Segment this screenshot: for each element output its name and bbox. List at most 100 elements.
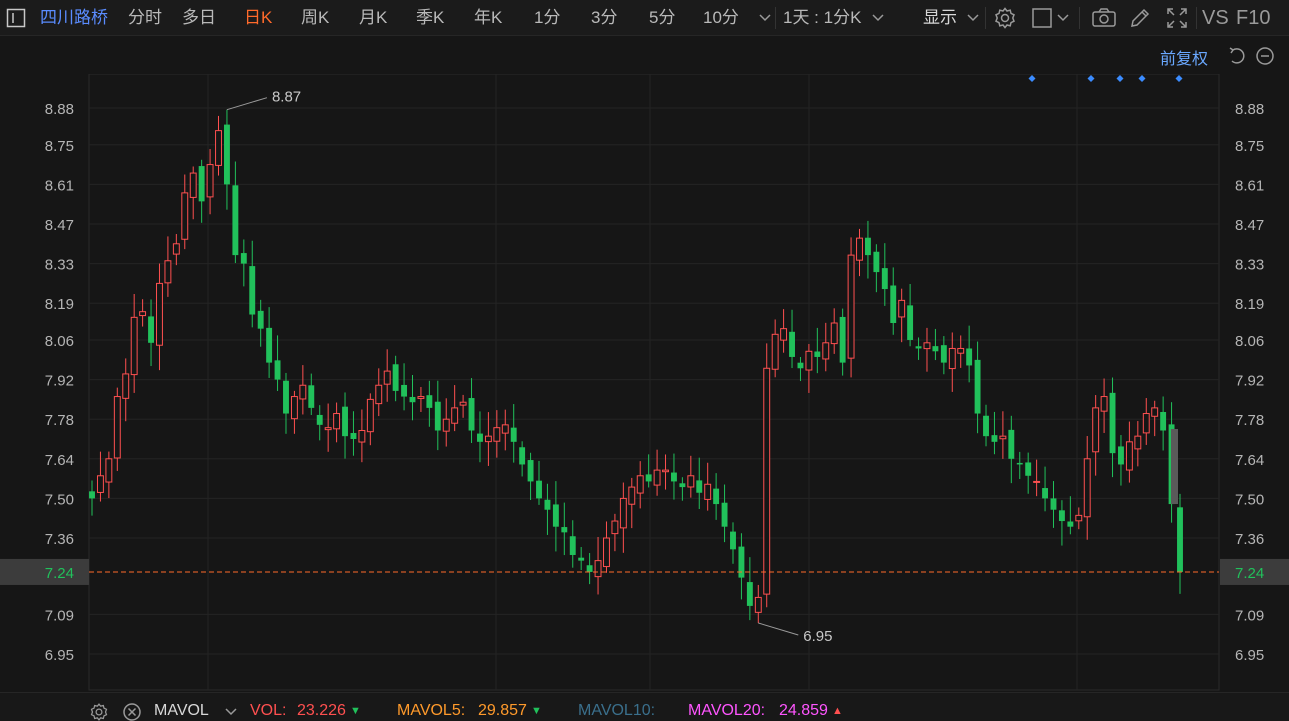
candle-body bbox=[898, 299, 906, 318]
candle-body bbox=[552, 504, 559, 527]
candle bbox=[873, 244, 880, 293]
tab-3min[interactable]: 3分 bbox=[591, 0, 617, 36]
candle-body bbox=[459, 401, 467, 406]
candle bbox=[324, 403, 332, 452]
candle-body bbox=[1109, 392, 1116, 454]
candle bbox=[1033, 459, 1041, 497]
candle-body bbox=[983, 415, 989, 437]
multi-period-chevron-down-icon[interactable] bbox=[871, 0, 885, 36]
candle bbox=[999, 411, 1007, 459]
candle-body bbox=[1142, 413, 1150, 434]
candle bbox=[299, 365, 307, 415]
checkbox-chevron-down-icon[interactable] bbox=[1056, 0, 1070, 36]
candle bbox=[671, 453, 677, 500]
candle-body bbox=[1016, 462, 1023, 465]
candle bbox=[797, 357, 804, 382]
candle bbox=[713, 473, 720, 520]
price-tick-label-right: 7.64 bbox=[1235, 452, 1264, 469]
settings-icon[interactable] bbox=[993, 0, 1017, 36]
candle-body bbox=[974, 359, 981, 414]
vol-down-arrow-icon: ▼ bbox=[350, 705, 361, 717]
close-indicator-icon[interactable] bbox=[122, 697, 142, 721]
candle bbox=[519, 441, 526, 477]
tab-5min[interactable]: 5分 bbox=[649, 0, 675, 36]
stock-name[interactable]: 四川路桥 bbox=[40, 0, 108, 36]
price-tick-label-right: 8.47 bbox=[1235, 217, 1264, 234]
candle-body bbox=[519, 447, 526, 465]
candle-body bbox=[721, 502, 728, 527]
candle bbox=[645, 454, 652, 488]
multi-period-select[interactable]: 1天 : 1分K bbox=[783, 0, 861, 36]
fullscreen-icon[interactable] bbox=[1165, 0, 1189, 36]
tab-1min[interactable]: 1分 bbox=[534, 0, 560, 36]
candle-body bbox=[662, 469, 669, 473]
candle-body bbox=[1025, 462, 1032, 476]
candle bbox=[223, 109, 230, 210]
candle-body bbox=[797, 362, 804, 369]
candle bbox=[536, 460, 542, 505]
mavol20-up-arrow-icon: ▲ bbox=[832, 705, 843, 717]
display-chevron-down-icon[interactable] bbox=[966, 0, 980, 36]
tab-daily-k[interactable]: 日K bbox=[244, 0, 272, 36]
checkbox-icon[interactable] bbox=[1031, 0, 1053, 36]
candle-body bbox=[923, 342, 931, 350]
candle bbox=[1177, 493, 1183, 594]
sidebar-toggle-icon[interactable] bbox=[6, 0, 26, 36]
candle bbox=[501, 409, 509, 451]
candle-body bbox=[536, 480, 542, 499]
candle bbox=[510, 404, 517, 463]
tab-intraday[interactable]: 分时 bbox=[128, 0, 162, 36]
tab-monthly-k[interactable]: 月K bbox=[359, 0, 387, 36]
grid-lines bbox=[88, 73, 1220, 691]
candle bbox=[721, 484, 728, 543]
tab-10min[interactable]: 10分 bbox=[703, 0, 739, 36]
candle bbox=[401, 363, 408, 411]
candle-body bbox=[907, 305, 914, 340]
candle-body bbox=[366, 398, 374, 433]
more-periods-chevron-down-icon[interactable] bbox=[758, 0, 772, 36]
indicator-name[interactable]: MAVOL bbox=[154, 693, 209, 721]
current-price-label-right: 7.24 bbox=[1235, 565, 1264, 582]
candle-body bbox=[713, 488, 720, 505]
tab-multi-day[interactable]: 多日 bbox=[182, 0, 216, 36]
candle-body bbox=[873, 251, 880, 273]
display-menu[interactable]: 显示 bbox=[923, 0, 957, 36]
candle-body bbox=[679, 483, 686, 488]
candle-body bbox=[409, 396, 416, 403]
tab-weekly-k[interactable]: 周K bbox=[301, 0, 329, 36]
candle-body bbox=[451, 407, 459, 424]
price-tick-label-right: 7.92 bbox=[1235, 373, 1264, 390]
indicator-chevron-down-icon[interactable] bbox=[224, 697, 238, 721]
candle-body bbox=[342, 406, 348, 437]
vs-button[interactable]: VS bbox=[1202, 0, 1229, 36]
candle-body bbox=[1058, 510, 1065, 522]
candle-body bbox=[172, 243, 180, 255]
candle bbox=[628, 477, 636, 529]
pencil-icon[interactable] bbox=[1129, 0, 1151, 36]
candle bbox=[215, 115, 222, 176]
candle bbox=[105, 451, 113, 499]
indicator-settings-icon[interactable] bbox=[89, 697, 109, 721]
candle bbox=[283, 372, 289, 434]
adjust-mode-button[interactable]: 前复权 bbox=[1160, 45, 1208, 69]
candle-body bbox=[991, 435, 998, 442]
candle-body bbox=[771, 333, 779, 370]
undo-icon[interactable] bbox=[1227, 38, 1247, 74]
candle bbox=[679, 477, 686, 501]
camera-icon[interactable] bbox=[1091, 0, 1117, 36]
kline-chart[interactable]: 8.88 8.75 8.61 8.47 8.33 8.19 8.06 7.92 7.78 7.64… bbox=[0, 73, 1289, 691]
tab-quarterly-k[interactable]: 季K bbox=[416, 0, 444, 36]
candle bbox=[468, 378, 475, 443]
top-toolbar: 四川路桥 分时 多日 日K 周K 月K 季K 年K 1分 3分 5分 10分 1… bbox=[0, 0, 1289, 36]
kline-svg: 8.88 8.75 8.61 8.47 8.33 8.19 8.06 7.92 7.78 7.64… bbox=[0, 73, 1289, 691]
candle bbox=[847, 237, 855, 378]
candle bbox=[172, 234, 180, 266]
tab-yearly-k[interactable]: 年K bbox=[474, 0, 502, 36]
price-tick-label-left: 7.64 bbox=[45, 452, 74, 469]
candle bbox=[1160, 396, 1167, 451]
f10-button[interactable]: F10 bbox=[1236, 0, 1270, 36]
zoom-out-icon[interactable] bbox=[1255, 38, 1275, 74]
candle-body bbox=[696, 480, 703, 493]
price-tick-label-right: 7.09 bbox=[1235, 607, 1264, 624]
candle bbox=[1058, 500, 1065, 546]
